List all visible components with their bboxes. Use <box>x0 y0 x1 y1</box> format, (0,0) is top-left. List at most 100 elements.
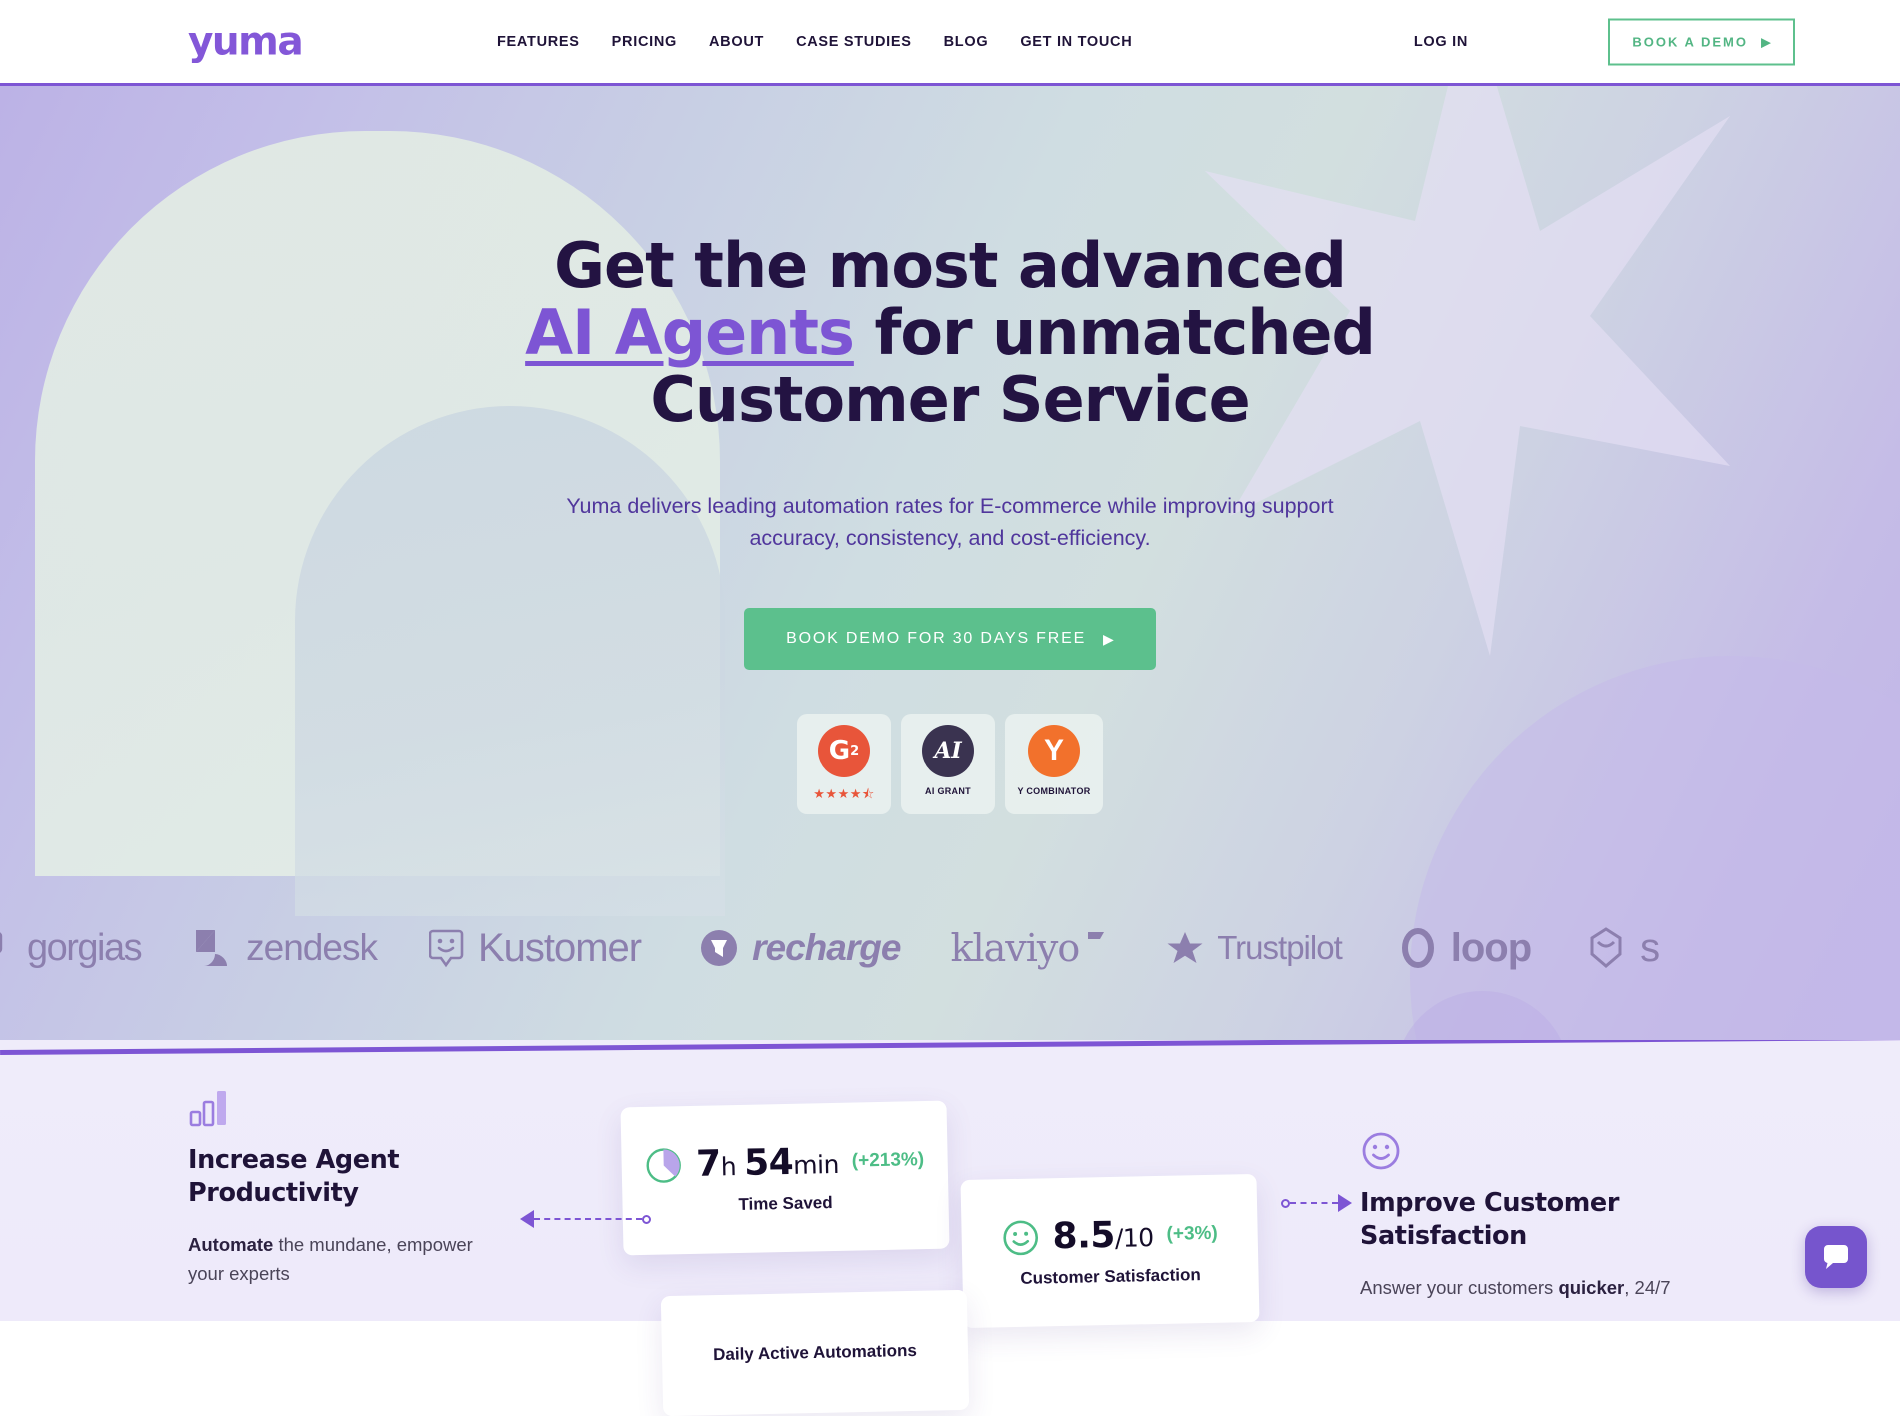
smiley-icon-wrap <box>1360 1130 1690 1177</box>
nav-item-blog[interactable]: BLOG <box>944 34 989 50</box>
stat-value-time-saved: 7h 54min <box>696 1141 840 1185</box>
g2-star-rating: ★★★★⯪ <box>813 785 874 807</box>
zendesk-label: zendesk <box>246 927 377 969</box>
arrow-left-icon <box>520 1210 534 1228</box>
stat-hours-unit: h <box>720 1152 736 1181</box>
stat-minutes: 54 <box>744 1142 794 1184</box>
nav-item-case-studies[interactable]: CASE STUDIES <box>796 34 912 50</box>
feature-right-body-start: Answer your customers <box>1360 1277 1558 1298</box>
bar-chart-icon-wrap <box>188 1087 488 1134</box>
klaviyo-mark-icon <box>1086 930 1106 950</box>
partner-logo-klaviyo: klaviyo <box>950 926 1106 970</box>
connector-dot <box>642 1215 651 1224</box>
hero-heading-line1: Get the most advanced <box>554 229 1346 302</box>
hero-heading-line3: Customer Service <box>650 363 1249 436</box>
recharge-icon <box>699 928 739 968</box>
feature-right-title: Improve Customer Satisfaction <box>1360 1187 1690 1252</box>
stat-label-customer-satisfaction: Customer Satisfaction <box>1020 1265 1201 1289</box>
shopify-label: s <box>1640 926 1659 971</box>
stat-card-time-saved: 7h54min (+213%) Time Saved <box>620 1101 949 1256</box>
nav-item-features[interactable]: FEATURES <box>497 34 580 50</box>
badge-ai-grant[interactable]: AI AI GRANT <box>901 714 995 814</box>
stat-hours: 7 <box>696 1143 721 1185</box>
recharge-label: recharge <box>752 927 900 969</box>
smiley-icon <box>1360 1130 1402 1172</box>
feature-right-body-bold: quicker <box>1558 1277 1624 1298</box>
partner-logo-kustomer: Kustomer <box>429 926 641 971</box>
badge-g2[interactable]: G2 ★★★★⯪ <box>797 714 891 814</box>
purple-divider-line <box>0 1040 1900 1055</box>
hero-heading-line2-rest: for unmatched <box>854 296 1375 369</box>
ai-grant-caption: AI GRANT <box>925 786 971 796</box>
feature-right-title-line1: Improve Customer <box>1360 1188 1619 1218</box>
kustomer-label: Kustomer <box>478 926 641 971</box>
trustpilot-label: Trustpilot <box>1217 929 1341 967</box>
partner-logo-gorgias: gorgias <box>0 927 141 970</box>
arrow-right-icon: ▶ <box>1103 632 1114 646</box>
book-a-demo-label: BOOK A DEMO <box>1632 34 1748 49</box>
stat-label-time-saved: Time Saved <box>738 1193 833 1215</box>
stat-score-unit: /10 <box>1115 1223 1154 1253</box>
partner-logo-strip: gorgias zendesk Kustomer <box>0 908 1900 988</box>
main-nav-links: FEATURES PRICING ABOUT CASE STUDIES BLOG… <box>497 34 1132 50</box>
top-navigation-bar: yuma FEATURES PRICING ABOUT CASE STUDIES… <box>0 0 1900 83</box>
badge-y-combinator[interactable]: Y Y COMBINATOR <box>1005 714 1103 814</box>
g2-mark: G <box>829 736 850 766</box>
y-combinator-logo-icon: Y <box>1028 725 1080 777</box>
dashed-line <box>1290 1202 1338 1204</box>
stat-row: 8.5/10 (+3%) <box>1001 1213 1218 1259</box>
hero-heading: Get the most advanced AI Agents for unma… <box>520 233 1380 434</box>
partner-logo-recharge: recharge <box>699 927 900 969</box>
loop-icon <box>1398 928 1438 968</box>
book-demo-cta-button[interactable]: BOOK DEMO FOR 30 DAYS FREE ▶ <box>744 608 1156 670</box>
nav-item-pricing[interactable]: PRICING <box>612 34 677 50</box>
y-combinator-mark: Y <box>1044 734 1064 768</box>
feature-left-title-line2: Productivity <box>188 1178 359 1208</box>
connector-dot <box>1281 1199 1290 1208</box>
stat-delta-customer-satisfaction: (+3%) <box>1166 1222 1218 1245</box>
arrow-right-icon: ▶ <box>1761 35 1771 48</box>
book-demo-cta-label: BOOK DEMO FOR 30 DAYS FREE <box>786 630 1086 648</box>
hero-subtitle: Yuma delivers leading automation rates f… <box>555 491 1345 555</box>
book-a-demo-button[interactable]: BOOK A DEMO ▶ <box>1608 18 1795 65</box>
stat-row: 7h54min (+213%) <box>645 1139 925 1186</box>
smiley-face-icon <box>1001 1218 1040 1257</box>
yuma-logo[interactable]: yuma <box>188 19 302 64</box>
star-icon <box>1166 930 1204 966</box>
gorgias-icon <box>0 930 14 966</box>
partner-logo-zendesk: zendesk <box>193 926 377 970</box>
feature-right-body: Answer your customers quicker, 24/7 <box>1360 1274 1690 1303</box>
nav-item-about[interactable]: ABOUT <box>709 34 764 50</box>
nav-item-get-in-touch[interactable]: GET IN TOUCH <box>1020 34 1132 50</box>
connector-right <box>1281 1194 1352 1212</box>
award-badges: G2 ★★★★⯪ AI AI GRANT Y Y COMBINATOR <box>0 714 1900 814</box>
stat-score: 8.5 <box>1052 1215 1115 1257</box>
dashed-line <box>534 1218 642 1220</box>
hero-heading-accent: AI Agents <box>525 296 854 369</box>
features-section: Increase Agent Productivity Automate the… <box>0 1040 1900 1321</box>
g2-logo-icon: G2 <box>818 725 870 777</box>
y-combinator-caption: Y COMBINATOR <box>1017 786 1090 796</box>
stat-card-customer-satisfaction: 8.5/10 (+3%) Customer Satisfaction <box>960 1174 1259 1328</box>
chat-bubble-icon <box>1821 1242 1851 1272</box>
stat-minutes-unit: min <box>793 1150 839 1180</box>
connector-left <box>520 1210 651 1228</box>
partner-logo-trustpilot: Trustpilot <box>1166 929 1341 967</box>
g2-superscript: 2 <box>850 744 859 759</box>
feature-right-body-end: , 24/7 <box>1624 1277 1670 1298</box>
stat-label-daily-active-automations: Daily Active Automations <box>713 1341 917 1365</box>
ai-grant-logo-icon: AI <box>922 725 974 777</box>
partner-logo-shopify: s <box>1585 926 1659 971</box>
klaviyo-label: klaviyo <box>950 926 1079 970</box>
chat-widget-button[interactable] <box>1805 1226 1867 1288</box>
gorgias-label: gorgias <box>27 927 141 970</box>
pie-chart-icon <box>645 1146 684 1185</box>
feature-left-body: Automate the mundane, empower your exper… <box>188 1231 488 1288</box>
feature-left-title: Increase Agent Productivity <box>188 1144 488 1209</box>
feature-improve-customer-satisfaction: Improve Customer Satisfaction Answer you… <box>1360 1130 1690 1303</box>
feature-right-title-line2: Satisfaction <box>1360 1221 1527 1251</box>
stat-value-customer-satisfaction: 8.5/10 <box>1052 1214 1154 1257</box>
bar-chart-icon <box>188 1087 230 1129</box>
stat-card-daily-active-automations: Daily Active Automations <box>661 1290 969 1416</box>
login-link[interactable]: LOG IN <box>1414 34 1468 50</box>
